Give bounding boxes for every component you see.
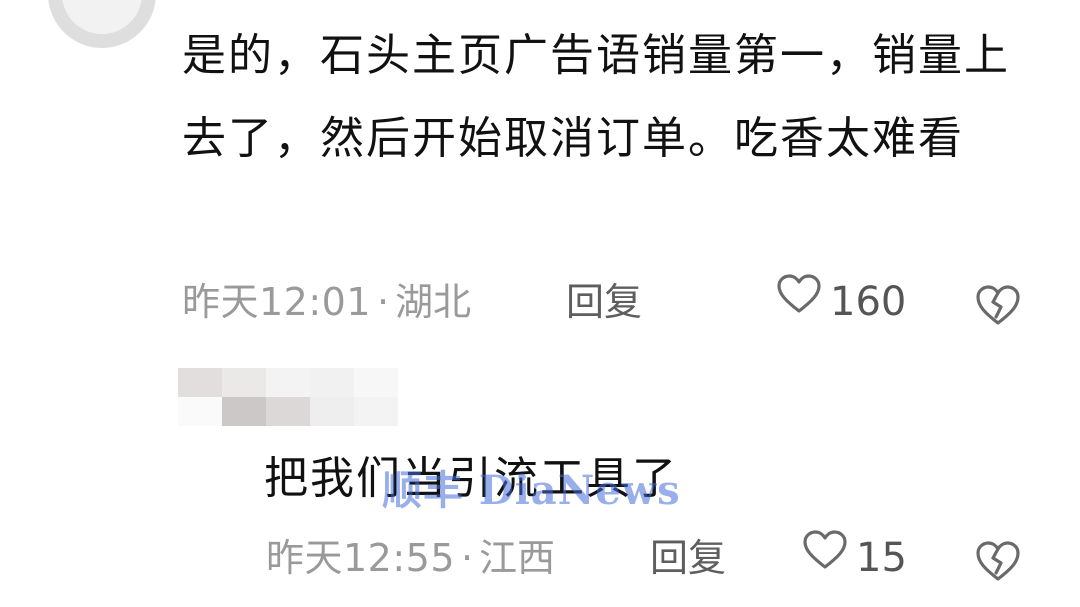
heart-outline-icon bbox=[776, 272, 822, 332]
comment-location: 湖北 bbox=[395, 280, 472, 324]
comment-like-count: 160 bbox=[830, 279, 907, 325]
broken-heart-icon bbox=[974, 528, 1022, 588]
meta-separator: · bbox=[461, 536, 474, 580]
reply-dislike-button[interactable] bbox=[974, 528, 1022, 588]
comment-reply-button[interactable]: 回复 bbox=[566, 272, 642, 332]
meta-separator: · bbox=[377, 280, 390, 324]
comment-text: 是的，石头主页广告语销量第一，销量上去了，然后开始取消订单。吃香太难看 bbox=[182, 30, 1010, 164]
comment-meta: 昨天12:01 · 湖北 bbox=[182, 272, 471, 332]
commenter-avatar[interactable] bbox=[48, 0, 156, 48]
reply-location: 江西 bbox=[479, 536, 556, 580]
reply-time: 昨天12:55 bbox=[266, 536, 456, 580]
watermark-text: 顺丰 DiaNews bbox=[382, 467, 681, 514]
broken-heart-icon bbox=[974, 272, 1022, 332]
reply-reply-button[interactable]: 回复 bbox=[650, 528, 726, 588]
comment-like-button[interactable]: 160 bbox=[776, 272, 906, 332]
comment-time: 昨天12:01 bbox=[182, 280, 372, 324]
reply-meta: 昨天12:55 · 江西 bbox=[266, 528, 555, 588]
comment-thread: 是的，石头主页广告语销量第一，销量上去了，然后开始取消订单。吃香太难看 昨天12… bbox=[0, 0, 1080, 607]
reply-like-button[interactable]: 15 bbox=[802, 528, 907, 588]
comment-dislike-button[interactable] bbox=[974, 272, 1022, 332]
reply-user-avatar[interactable] bbox=[178, 368, 440, 426]
heart-outline-icon bbox=[802, 528, 848, 588]
reply-like-count: 15 bbox=[856, 535, 907, 581]
